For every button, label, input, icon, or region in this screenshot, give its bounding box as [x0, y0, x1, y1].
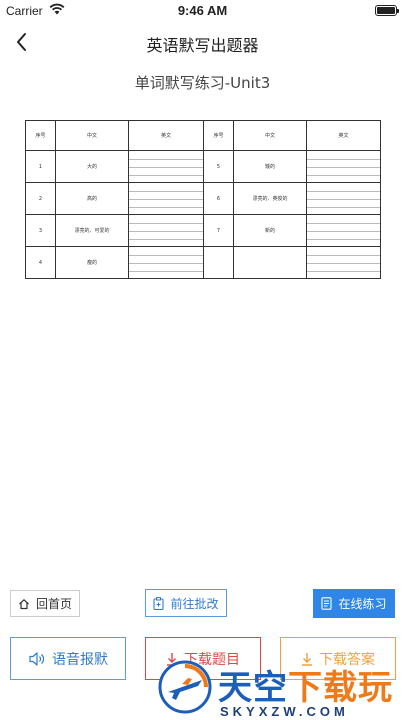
chinese-word: 新的: [233, 214, 307, 247]
status-bar: Carrier 9:46 AM: [0, 0, 405, 22]
table-row: 4 瘦的: [25, 246, 381, 279]
online-practice-button-label: 在线练习: [338, 597, 387, 611]
header-cell-chinese: 中文: [55, 120, 129, 151]
row-number: 2: [25, 182, 56, 215]
row-number: 4: [25, 246, 56, 279]
go-correct-button-label: 前往批改: [170, 596, 219, 611]
document-icon: [321, 597, 333, 610]
english-answer-lines: [306, 246, 381, 279]
worksheet-title: 单词默写练习-Unit3: [134, 74, 271, 92]
header-cell-number: 序号: [203, 120, 234, 151]
header-cell-english: 英文: [128, 120, 204, 151]
chinese-word: 瘦的: [55, 246, 129, 279]
go-correct-button[interactable]: 前往批改: [145, 589, 227, 617]
worksheet-preview: 序号 中文 英文 序号 中文 英文 1 大的 5 矮的 2 高的 6 漂亮的、英…: [22, 108, 382, 282]
english-answer-lines: [128, 214, 204, 247]
table-row: 2 高的 6 漂亮的、英俊的: [25, 182, 381, 215]
airplane-logo-icon: [158, 660, 212, 714]
chinese-word: 大的: [55, 150, 129, 183]
english-answer-lines: [128, 150, 204, 183]
english-answer-lines: [306, 214, 381, 247]
english-answer-lines: [128, 246, 204, 279]
clipboard-icon: [153, 596, 165, 610]
row-number: 5: [203, 150, 234, 183]
site-watermark: 天空下载玩 SKYXZW.COM: [150, 650, 405, 720]
chinese-word: [233, 246, 307, 279]
header-cell-english: 英文: [306, 120, 381, 151]
table-header-row: 序号 中文 英文 序号 中文 英文: [25, 120, 381, 151]
header-cell-number: 序号: [25, 120, 56, 151]
navigation-bar: 英语默写出题器: [0, 22, 405, 62]
status-time: 9:46 AM: [177, 3, 228, 18]
battery-icon: [375, 5, 399, 16]
online-practice-button[interactable]: 在线练习: [313, 589, 395, 618]
speaker-icon: [28, 651, 46, 667]
watermark-url: SKYXZW.COM: [220, 704, 349, 719]
home-button-label: 回首页: [35, 597, 72, 611]
page-title: 英语默写出题器: [146, 36, 259, 55]
header-cell-chinese: 中文: [233, 120, 307, 151]
watermark-brand-part-b: 下载玩: [288, 668, 393, 708]
voice-dictation-button[interactable]: 语音报默: [10, 637, 126, 680]
row-number: 7: [203, 214, 234, 247]
english-answer-lines: [128, 182, 204, 215]
watermark-brand: 天空下载玩: [218, 660, 393, 709]
chinese-word: 漂亮的、英俊的: [233, 182, 307, 215]
voice-dictation-button-label: 语音报默: [52, 651, 108, 668]
home-icon: [18, 598, 30, 610]
home-button[interactable]: 回首页: [10, 590, 80, 617]
chinese-word: 漂亮的、可爱的: [55, 214, 129, 247]
english-answer-lines: [306, 150, 381, 183]
english-answer-lines: [306, 182, 381, 215]
row-number: 3: [25, 214, 56, 247]
row-number: [203, 246, 234, 279]
row-number: 1: [25, 150, 56, 183]
chinese-word: 高的: [55, 182, 129, 215]
table-row: 1 大的 5 矮的: [25, 150, 381, 183]
dictation-table: 序号 中文 英文 序号 中文 英文 1 大的 5 矮的 2 高的 6 漂亮的、英…: [25, 120, 381, 279]
row-number: 6: [203, 182, 234, 215]
watermark-brand-part-a: 天空: [218, 668, 288, 708]
table-row: 3 漂亮的、可爱的 7 新的: [25, 214, 381, 247]
chinese-word: 矮的: [233, 150, 307, 183]
